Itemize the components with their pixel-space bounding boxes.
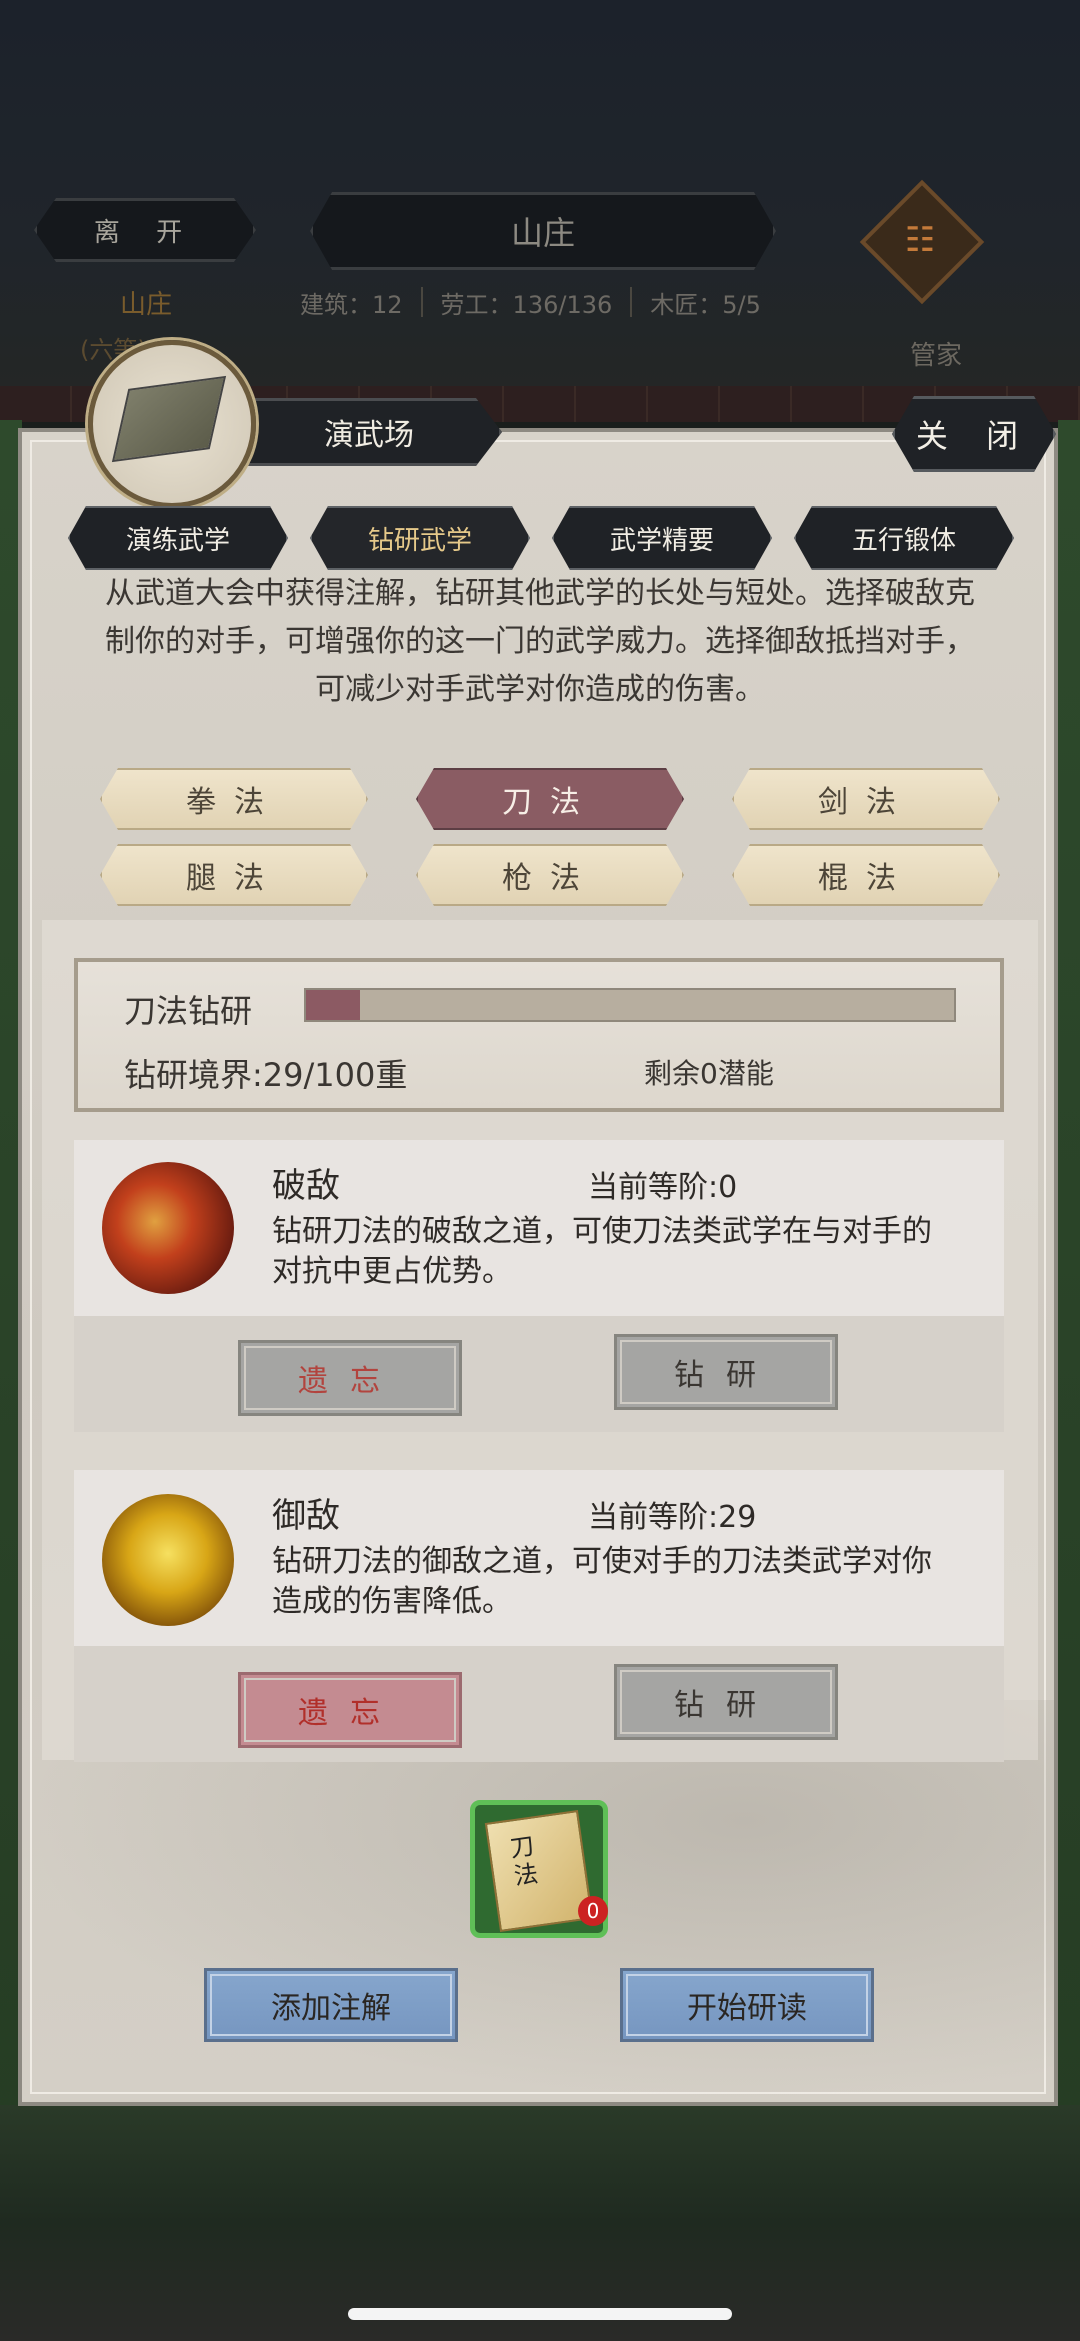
research-description: 从武道大会中获得注解，钻研其他武学的长处与短处。选择破敌克制你的对手，可增强你的… (105, 576, 975, 707)
start-read-button[interactable]: 开始研读 (620, 1968, 874, 2042)
steward-label: 管家 (910, 341, 963, 371)
leave-button[interactable]: 离 开 (34, 198, 256, 262)
tab-research[interactable]: 钻研武学 (310, 506, 530, 570)
panel-title: 演武场 (236, 398, 502, 466)
weapon-staff[interactable]: 棍法 (732, 844, 1000, 906)
divider (630, 287, 633, 317)
research-realm: 钻研境界:29/100重 (124, 1056, 408, 1094)
building-count: 建筑：12 (300, 290, 403, 319)
tab-five-elements[interactable]: 五行锻体 (794, 506, 1014, 570)
bottom-garden (0, 2105, 1080, 2341)
study-button[interactable]: 钻研 (614, 1664, 838, 1740)
progress-fill (306, 990, 360, 1020)
skill-grade: 当前等阶:29 (588, 1500, 757, 1535)
mace-icon (102, 1162, 234, 1294)
skill-description: 钻研刀法的破敌之道，可使刀法类武学在与对手的对抗中更占优势。 (272, 1214, 932, 1289)
skill-name: 御敌 (272, 1496, 340, 1536)
skill-actions (74, 1316, 1004, 1432)
remaining-potential: 剩余0潜能 (644, 1057, 774, 1090)
weapon-sword[interactable]: 剑法 (732, 768, 1000, 830)
skill-description: 钻研刀法的御敌之道，可使对手的刀法类武学对你造成的伤害降低。 (272, 1544, 932, 1619)
study-button[interactable]: 钻研 (614, 1334, 838, 1410)
weapon-fist[interactable]: 拳法 (100, 768, 368, 830)
foliage-right (1058, 420, 1080, 2120)
home-indicator[interactable] (348, 2308, 732, 2320)
weapon-blade[interactable]: 刀法 (416, 768, 684, 830)
tab-essentials[interactable]: 武学精要 (552, 506, 772, 570)
close-button[interactable]: 关 闭 (892, 396, 1056, 472)
book-title: 刀法 (508, 1831, 540, 1891)
progress-title: 刀法钻研 (124, 992, 253, 1030)
location-name: 山庄 (120, 290, 173, 320)
resource-stats: 建筑：12 劳工：136/136 木匠：5/5 (300, 282, 800, 322)
book-count-badge: 0 (578, 1896, 608, 1926)
carpenter-count: 木匠：5/5 (650, 290, 761, 319)
abacus-glyph: ☷ (904, 220, 936, 260)
skill-name: 破敌 (272, 1166, 340, 1206)
labor-count: 劳工：136/136 (440, 290, 613, 319)
forget-button[interactable]: 遗忘 (238, 1340, 462, 1416)
fighter-icon (102, 1494, 234, 1626)
forget-button[interactable]: 遗忘 (238, 1672, 462, 1748)
divider (420, 287, 423, 317)
add-note-button[interactable]: 添加注解 (204, 1968, 458, 2042)
page-title: 山庄 (310, 192, 776, 270)
skill-grade: 当前等阶:0 (588, 1170, 738, 1205)
progress-track (304, 988, 956, 1022)
weapon-spear[interactable]: 枪法 (416, 844, 684, 906)
tab-practice[interactable]: 演练武学 (68, 506, 288, 570)
weapon-kick[interactable]: 腿法 (100, 844, 368, 906)
skill-actions (74, 1646, 1004, 1762)
